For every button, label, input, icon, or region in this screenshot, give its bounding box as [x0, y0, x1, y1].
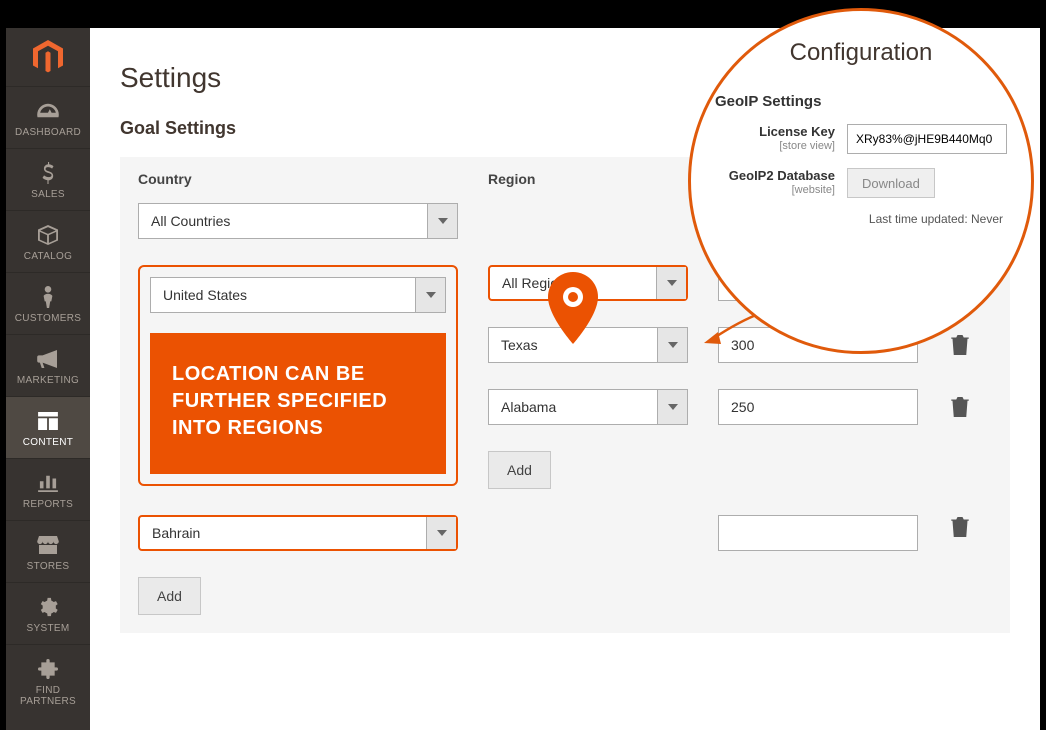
- sidebar-item-label: CONTENT: [10, 437, 86, 448]
- sidebar-item-label: SALES: [10, 189, 86, 200]
- gear-icon: [10, 595, 86, 619]
- region-select-value: Alabama: [501, 399, 556, 415]
- region-select-value: Texas: [501, 337, 538, 353]
- sidebar-item-label: CUSTOMERS: [10, 313, 86, 324]
- scope-label: [website]: [715, 184, 835, 198]
- sidebar-item-stores[interactable]: STORES: [6, 520, 90, 582]
- country-select-value: All Countries: [151, 213, 230, 229]
- chevron-down-icon: [415, 278, 445, 312]
- sidebar-item-customers[interactable]: CUSTOMERS: [6, 272, 90, 334]
- license-key-input[interactable]: [847, 124, 1007, 154]
- scope-label: [store view]: [715, 140, 835, 154]
- config-label: License Key [store view]: [715, 124, 835, 154]
- country-select[interactable]: Bahrain: [138, 515, 458, 551]
- puzzle-icon: [10, 657, 86, 681]
- sidebar-item-label: DASHBOARD: [10, 127, 86, 138]
- region-select[interactable]: Alabama: [488, 389, 688, 425]
- sidebar-item-marketing[interactable]: MARKETING: [6, 334, 90, 396]
- sidebar-item-label: MARKETING: [10, 375, 86, 386]
- layout-icon: [10, 409, 86, 433]
- goal-input[interactable]: [718, 515, 918, 551]
- config-note: Last time updated: Never: [709, 212, 1013, 226]
- storefront-icon: [10, 533, 86, 557]
- header-region: Region: [488, 171, 688, 187]
- sidebar-item-label: REPORTS: [10, 499, 86, 510]
- map-pin-icon: [546, 272, 600, 349]
- box-icon: [10, 223, 86, 247]
- chevron-down-icon: [657, 390, 687, 424]
- sidebar-item-label: SYSTEM: [10, 623, 86, 634]
- gauge-icon: [10, 99, 86, 123]
- add-country-button[interactable]: Add: [138, 577, 201, 615]
- header-country: Country: [138, 171, 458, 187]
- country-highlight-block: United States LOCATION CAN BE FURTHER SP…: [138, 265, 458, 486]
- admin-sidebar: DASHBOARD SALES CATALOG CUSTOMERS MARKET…: [6, 28, 90, 730]
- chevron-down-icon: [427, 204, 457, 238]
- chevron-down-icon: [657, 328, 687, 362]
- person-icon: [10, 285, 86, 309]
- sidebar-item-dashboard[interactable]: DASHBOARD: [6, 86, 90, 148]
- row-bahrain: Bahrain: [138, 515, 992, 551]
- chevron-down-icon: [426, 517, 456, 549]
- config-section-title: GeoIP Settings: [715, 93, 1013, 110]
- country-select-value: United States: [163, 287, 247, 303]
- sidebar-item-reports[interactable]: REPORTS: [6, 458, 90, 520]
- config-callout-bubble: Configuration GeoIP Settings License Key…: [688, 8, 1034, 354]
- chevron-down-icon: [656, 267, 686, 299]
- magento-logo: [6, 28, 90, 86]
- sidebar-item-label: CATALOG: [10, 251, 86, 262]
- delete-row-button[interactable]: [948, 395, 972, 419]
- country-select[interactable]: All Countries: [138, 203, 458, 239]
- sidebar-item-label: STORES: [10, 561, 86, 572]
- delete-row-button[interactable]: [948, 515, 972, 539]
- config-row-license: License Key [store view]: [709, 124, 1013, 154]
- bar-chart-icon: [10, 471, 86, 495]
- sidebar-item-label: FIND PARTNERS: [10, 685, 86, 707]
- config-row-db: GeoIP2 Database [website] Download: [709, 168, 1013, 198]
- goal-input[interactable]: [718, 389, 918, 425]
- megaphone-icon: [10, 347, 86, 371]
- dollar-icon: [10, 161, 86, 185]
- delete-row-button[interactable]: [948, 333, 972, 357]
- country-select-value: Bahrain: [152, 525, 200, 541]
- sidebar-item-sales[interactable]: SALES: [6, 148, 90, 210]
- add-region-button[interactable]: Add: [488, 451, 551, 489]
- sidebar-item-catalog[interactable]: CATALOG: [6, 210, 90, 272]
- sidebar-item-partners[interactable]: FIND PARTNERS: [6, 644, 90, 717]
- region-row: Alabama: [488, 389, 992, 425]
- config-label: GeoIP2 Database [website]: [715, 168, 835, 198]
- sidebar-item-system[interactable]: SYSTEM: [6, 582, 90, 644]
- annotation-callout: LOCATION CAN BE FURTHER SPECIFIED INTO R…: [150, 333, 446, 474]
- country-select[interactable]: United States: [150, 277, 446, 313]
- sidebar-item-content[interactable]: CONTENT: [6, 396, 90, 458]
- download-button[interactable]: Download: [847, 168, 935, 198]
- config-title: Configuration: [709, 39, 1013, 67]
